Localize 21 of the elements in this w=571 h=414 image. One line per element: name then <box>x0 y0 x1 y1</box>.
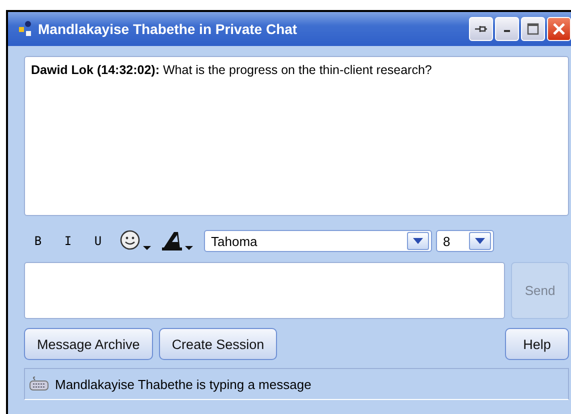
message-input[interactable] <box>24 262 505 319</box>
maximize-button[interactable] <box>521 17 545 41</box>
keyboard-icon <box>29 376 49 392</box>
close-button[interactable] <box>547 17 571 41</box>
minimize-button[interactable] <box>495 17 519 41</box>
bold-button[interactable]: B <box>24 234 52 248</box>
window-title: Mandlakayise Thabethe in Private Chat <box>38 21 298 37</box>
maximize-icon <box>526 22 540 36</box>
underline-button[interactable]: U <box>84 234 112 248</box>
italic-button[interactable]: I <box>54 234 82 248</box>
font-dropdown[interactable]: Tahoma <box>204 230 432 252</box>
people-icon <box>18 21 32 37</box>
close-icon <box>551 21 567 37</box>
pin-icon <box>474 24 488 34</box>
action-button[interactable]: Create Session <box>158 328 278 360</box>
chat-message: Dawid Lok (14:32:02): What is the progress on the thin-client research? <box>31 63 433 77</box>
status-text: Mandlakayise Thabethe is typing a message <box>55 376 312 392</box>
pin-button[interactable] <box>469 17 493 41</box>
action-button[interactable]: Message Archive <box>24 328 153 360</box>
help-button[interactable]: Help <box>505 328 569 360</box>
size-dropdown[interactable]: 8 <box>436 230 494 252</box>
